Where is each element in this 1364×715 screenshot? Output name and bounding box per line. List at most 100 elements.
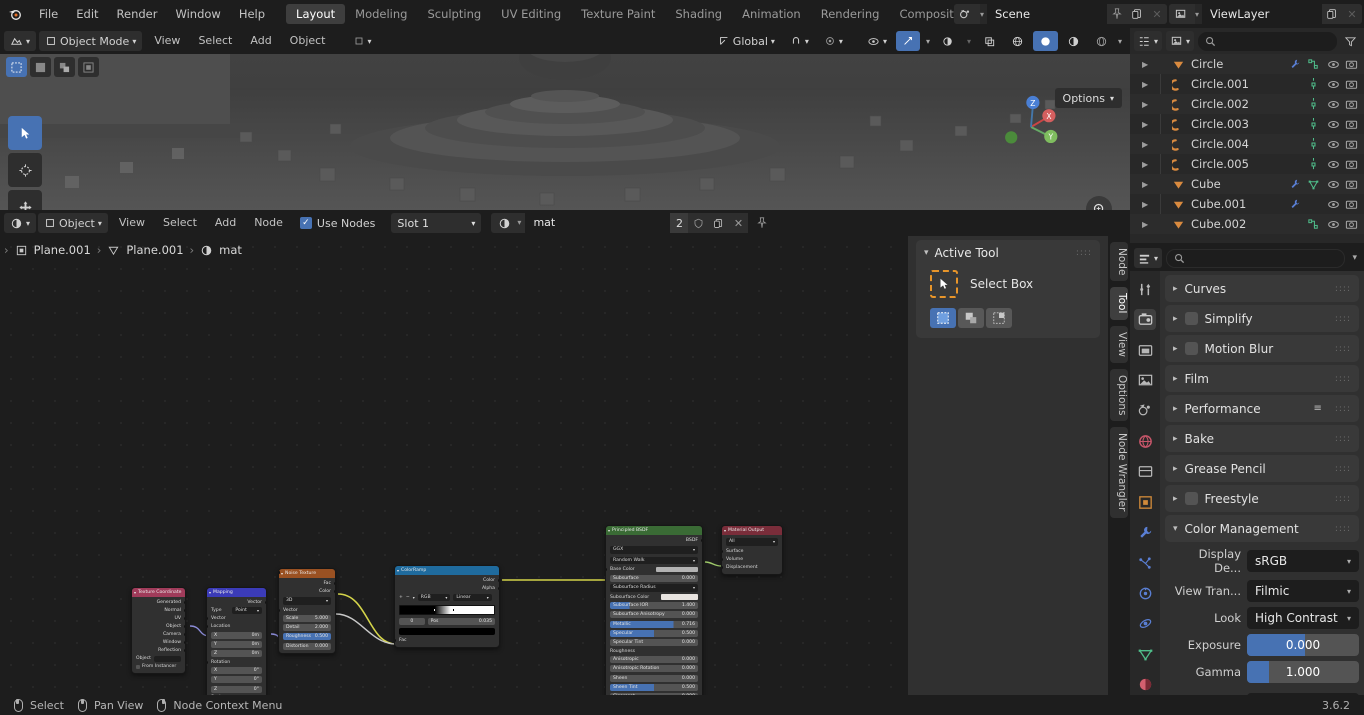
outliner-object-name[interactable]: Circle.004 (1191, 137, 1301, 151)
menu-help[interactable]: Help (230, 0, 274, 28)
select-mode-edge-icon[interactable] (30, 57, 51, 77)
socket-object[interactable] (183, 625, 185, 629)
menu-file[interactable]: File (30, 0, 67, 28)
scene-name[interactable]: Scene (986, 4, 1107, 24)
collapse-icon[interactable]: ▾ (209, 590, 211, 595)
menu-window[interactable]: Window (166, 0, 229, 28)
overlays-toggle[interactable] (936, 31, 961, 51)
collapse-icon[interactable]: ▾ (281, 571, 283, 576)
properties-editor[interactable]: ▾ ▾ ▸ Curves:::: ▸ Simplify:::: ▸ Moti… (1130, 245, 1364, 695)
render-camera-icon[interactable] (1345, 58, 1358, 71)
distribution-select[interactable]: GGX ▾ (610, 546, 698, 554)
add-object-extra[interactable]: ▾ (347, 31, 378, 51)
menu-edit[interactable]: Edit (67, 0, 107, 28)
viewport-menu-object[interactable]: Object (281, 28, 335, 55)
display-device-dropdown[interactable]: sRGB ▾ (1247, 550, 1359, 572)
cursor-tool[interactable] (8, 153, 42, 187)
dimension-select[interactable]: 3D ▾ (283, 597, 331, 605)
collapse-icon[interactable]: ▾ (134, 590, 136, 595)
workspace-tab-uv-editing[interactable]: UV Editing (491, 4, 571, 24)
breadcrumb-material[interactable]: mat (219, 243, 242, 257)
render-camera-icon[interactable] (1345, 78, 1358, 91)
field-rotation-x[interactable]: X 0° (211, 667, 262, 675)
outliner-row[interactable]: ▶ Circle.005 (1130, 154, 1364, 174)
field-location-z[interactable]: Z 0m (211, 649, 262, 657)
material-icon[interactable] (491, 213, 518, 233)
collapse-icon[interactable]: ▾ (724, 528, 726, 533)
outliner-object-name[interactable]: Cube (1191, 177, 1283, 191)
expand-arrow-icon[interactable]: ▶ (1142, 140, 1148, 149)
scene-selector[interactable]: ▾ Scene ✕ (953, 4, 1167, 24)
viewport-menu-view[interactable]: View (145, 28, 189, 55)
object-data-icon[interactable] (1307, 218, 1321, 231)
workspace-tab-shading[interactable]: Shading (665, 4, 732, 24)
new-scene-icon[interactable] (1126, 4, 1147, 24)
outliner-object-name[interactable]: Circle.001 (1191, 77, 1301, 91)
ramp-menu-button[interactable]: ▾ (413, 595, 415, 600)
drag-handle[interactable]: :::: (1335, 434, 1351, 444)
3d-viewport[interactable]: ▾ Object Mode ▾ View Select Add Object ▾ Glo… (0, 28, 1130, 210)
field-rotation-z[interactable]: Z 0° (211, 685, 262, 693)
render-camera-icon[interactable] (1345, 198, 1358, 211)
tab-object[interactable] (1134, 492, 1156, 512)
field-roughness[interactable]: Roughness 0.500 (279, 570, 331, 641)
drag-handle[interactable]: :::: (1335, 284, 1351, 294)
socket-displacement[interactable] (722, 565, 724, 569)
select-mode-vertex-icon[interactable] (6, 57, 27, 77)
visibility-eye-icon[interactable] (1327, 78, 1340, 91)
row-exposure[interactable]: Exposure 0.000 (1165, 634, 1359, 656)
outliner-object-name[interactable]: Cube.001 (1191, 197, 1283, 211)
active-tool-header[interactable]: ▾ Active Tool :::: (916, 246, 1100, 268)
tab-view-layer[interactable] (1134, 370, 1156, 390)
select-mode-face-icon[interactable] (54, 57, 75, 77)
shader-menu-add[interactable]: Add (206, 210, 245, 237)
ramp-position-row[interactable]: 0 Pos 0.035 (399, 618, 495, 625)
row-gamma[interactable]: Gamma 1.000 (1165, 661, 1359, 683)
object-data-icon[interactable] (1307, 157, 1321, 171)
mode-subtract-button[interactable] (986, 308, 1012, 328)
expand-arrow-icon[interactable]: ▶ (1142, 80, 1148, 89)
outliner-row[interactable]: ▶ Circle.004 (1130, 134, 1364, 154)
row-look[interactable]: Look High Contrast ▾ (1165, 607, 1359, 629)
sidebar-category-tabs[interactable]: Node Tool View Options Node Wrangler (1108, 236, 1130, 695)
expand-arrow-icon[interactable]: ▶ (1142, 60, 1148, 69)
mode-set-button[interactable] (930, 308, 956, 328)
panel-enable-checkbox[interactable] (1184, 312, 1198, 325)
workspace-tab-rendering[interactable]: Rendering (811, 4, 890, 24)
pin-icon[interactable] (750, 213, 774, 233)
pin-icon[interactable] (1106, 4, 1127, 24)
expand-arrow-icon[interactable]: ▶ (1142, 160, 1148, 169)
sidebar-tab-node[interactable]: Node (1110, 242, 1128, 282)
subsurface-method-select[interactable]: Random Walk ▾ (610, 556, 698, 564)
new-viewlayer-icon[interactable] (1322, 4, 1342, 24)
socket-normal[interactable] (183, 609, 185, 613)
row-display-device[interactable]: Display De... sRGB ▾ (1165, 547, 1359, 575)
outliner-display-mode[interactable]: ▾ (1166, 31, 1195, 51)
shader-editor[interactable]: ▾ Texture Coordinate Generated Normal UV Obje… (0, 210, 908, 695)
node-header[interactable]: ▾ ColorRamp (395, 566, 499, 575)
shading-rendered-icon[interactable] (1089, 31, 1114, 51)
tab-scene[interactable] (1134, 401, 1156, 421)
expand-arrow-icon[interactable]: ▶ (1142, 180, 1148, 189)
sidebar-tab-tool[interactable]: Tool (1110, 287, 1128, 320)
socket-fac[interactable] (333, 582, 335, 586)
modifier-icon[interactable] (1289, 198, 1301, 210)
panel-freestyle[interactable]: ▸ Freestyle:::: (1165, 485, 1359, 512)
node-principled-bsdf[interactable]: ▾ Principled BSDF BSDF GGX ▾ Random Walk ▾ Base… (605, 525, 703, 695)
workspace-tab-sculpting[interactable]: Sculpting (417, 4, 491, 24)
editor-type-selector[interactable]: ▾ (4, 213, 37, 233)
drag-handle[interactable]: :::: (1335, 524, 1351, 534)
tab-object-data[interactable] (1134, 644, 1156, 664)
gamma-slider[interactable]: 1.000 (1247, 661, 1359, 683)
active-tool-row[interactable]: Select Box (916, 268, 1100, 308)
field-specular[interactable]: Specular 0.500 (610, 629, 698, 637)
outliner-rows[interactable]: ▶ Circle ▶ Circle.001 ▶ Circle.002 ▶ Circle.003… (1130, 54, 1364, 234)
field-anisotropic-rotation[interactable]: Anisotropic Rotation 0.000 (610, 665, 698, 673)
socket-alpha[interactable] (497, 587, 499, 591)
sidebar-tab-node-wrangler[interactable]: Node Wrangler (1110, 427, 1128, 518)
xray-toggle[interactable] (977, 31, 1002, 51)
viewport-menu-select[interactable]: Select (189, 28, 241, 55)
outliner-row[interactable]: ▶ Cube.001 (1130, 194, 1364, 214)
remove-scene-icon[interactable]: ✕ (1146, 4, 1167, 24)
render-camera-icon[interactable] (1345, 138, 1358, 151)
